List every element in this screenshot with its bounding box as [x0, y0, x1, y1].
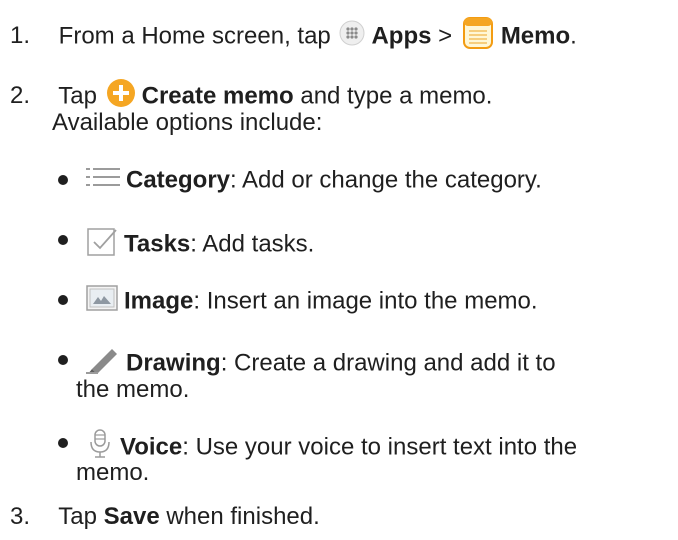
step-2-line-2: Available options include: — [52, 109, 323, 136]
option-category: Category: Add or change the category. — [86, 165, 542, 197]
bullet — [58, 438, 68, 448]
image-icon — [86, 285, 118, 319]
option-label: Voice — [120, 433, 183, 461]
bullet — [58, 295, 68, 305]
bullet — [58, 355, 68, 365]
memo-app-icon — [461, 16, 495, 58]
period: . — [570, 22, 577, 50]
memo-label: Memo — [500, 22, 571, 50]
step-text-after: and type a memo. — [300, 82, 493, 110]
option-voice: Voice: Use your voice to insert text int… — [86, 428, 577, 468]
option-desc: : Add or change the category. — [230, 166, 542, 194]
option-label: Image — [124, 287, 194, 315]
step-number: 2. — [10, 82, 31, 110]
bullet — [58, 235, 68, 245]
step-3: 3. Tap Save when finished. — [0, 502, 320, 532]
step-number: 1. — [10, 22, 31, 50]
option-desc: : Use your voice to insert text into the — [182, 433, 578, 461]
option-label: Tasks — [124, 230, 191, 258]
option-voice-line-2: memo. — [76, 459, 150, 486]
option-tasks: Tasks: Add tasks. — [86, 225, 314, 265]
step-text-after: when finished. — [166, 503, 320, 530]
option-desc: : Add tasks. — [190, 230, 315, 258]
option-label: Drawing — [126, 349, 221, 377]
step-1: 1. From a Home screen, tap Apps > Memo. — [0, 16, 577, 58]
step-text: Tap — [58, 82, 97, 110]
separator: > — [438, 22, 453, 50]
bullet — [58, 175, 68, 185]
option-label: Category — [126, 166, 231, 194]
create-memo-label: Create memo — [141, 82, 294, 110]
option-desc: : Create a drawing and add it to — [220, 349, 556, 377]
apps-label: Apps — [371, 22, 432, 50]
option-image: Image: Insert an image into the memo. — [86, 285, 538, 319]
option-drawing-line-2: the memo. — [76, 376, 190, 403]
step-text: From a Home screen, tap — [58, 22, 331, 50]
category-list-icon — [86, 165, 120, 197]
tasks-checkbox-icon — [86, 225, 118, 265]
save-label: Save — [103, 503, 160, 530]
step-number: 3. — [10, 503, 31, 530]
step-text: Tap — [58, 503, 97, 530]
apps-grid-icon — [339, 20, 365, 54]
option-desc: : Insert an image into the memo. — [193, 287, 538, 315]
